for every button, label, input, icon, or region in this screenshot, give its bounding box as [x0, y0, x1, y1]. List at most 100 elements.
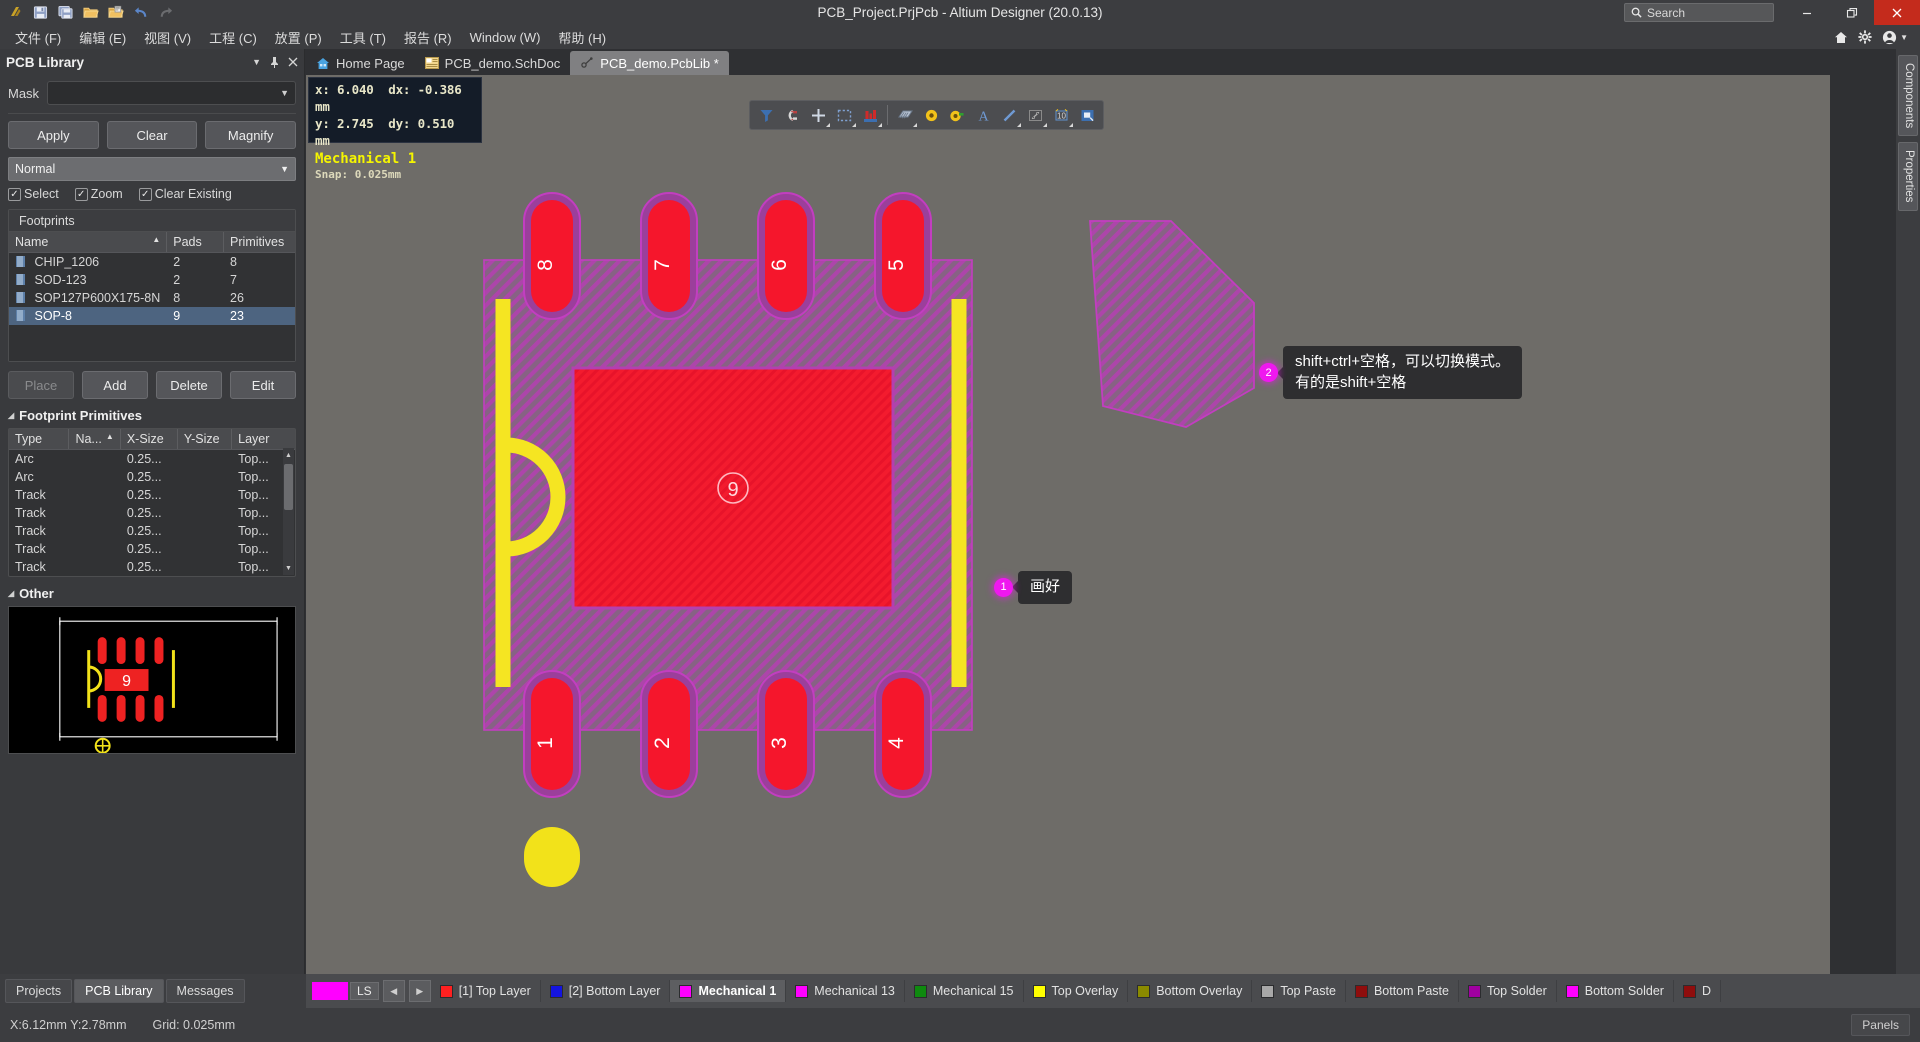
table-row[interactable]: Track 0.25... Top...	[9, 504, 295, 522]
clear-existing-checkbox[interactable]: ✓ Clear Existing	[138, 187, 232, 201]
table-row[interactable]: SOP-8 9 23	[9, 307, 295, 325]
table-row[interactable]: SOD-123 2 7	[9, 271, 295, 289]
col-pads[interactable]: Pads	[166, 232, 225, 253]
bottom-tab-projects[interactable]: Projects	[5, 979, 73, 1003]
menu-item-place[interactable]: 放置 (P)	[266, 25, 331, 50]
layer-set-color-swatch[interactable]	[312, 982, 348, 1000]
redo-icon[interactable]	[154, 2, 177, 23]
user-account-icon[interactable]: ▼	[1882, 30, 1908, 45]
magnify-button[interactable]: Magnify	[205, 121, 297, 149]
text-string-icon[interactable]: A	[971, 103, 995, 127]
layer-set-label[interactable]: LS	[350, 982, 379, 1000]
table-row[interactable]: SOP127P600X175-8N 8 26	[9, 289, 295, 307]
layer-tab-mechanical-1[interactable]: Mechanical 1	[670, 980, 787, 1002]
col-primitives[interactable]: Primitives	[223, 232, 295, 253]
save-all-icon[interactable]	[54, 2, 77, 23]
add-button[interactable]: Add	[82, 371, 148, 399]
home-icon[interactable]	[1834, 31, 1848, 44]
line-icon[interactable]	[997, 103, 1021, 127]
col-xsize[interactable]: X-Size	[120, 429, 178, 450]
layer-prev-button[interactable]: ◀	[382, 980, 405, 1002]
delete-button[interactable]: Delete	[156, 371, 222, 399]
col-name[interactable]: Na... ▲	[68, 429, 121, 450]
tab-home-page[interactable]: Home Page	[306, 51, 415, 75]
rail-tab-properties[interactable]: Properties	[1898, 142, 1918, 211]
table-row[interactable]: Track 0.25... Top...	[9, 558, 295, 576]
menu-item-project[interactable]: 工程 (C)	[200, 25, 266, 50]
minimize-button[interactable]	[1784, 0, 1829, 25]
mode-select[interactable]: Normal ▼	[8, 157, 296, 181]
scroll-down-icon[interactable]: ▼	[283, 561, 294, 575]
footprint-preview[interactable]: 9	[8, 606, 296, 754]
close-icon[interactable]	[288, 57, 298, 67]
search-input[interactable]: Search	[1624, 3, 1774, 22]
col-ysize[interactable]: Y-Size	[177, 429, 233, 450]
layer-tab-mechanical-13[interactable]: Mechanical 13	[786, 980, 905, 1002]
panels-button[interactable]: Panels	[1851, 1014, 1910, 1036]
open-project-icon[interactable]	[104, 2, 127, 23]
edit-button[interactable]: Edit	[230, 371, 296, 399]
open-icon[interactable]	[79, 2, 102, 23]
layer-tab-top-overlay[interactable]: Top Overlay	[1024, 980, 1129, 1002]
other-section-header[interactable]: ◢ Other	[8, 586, 296, 601]
bottom-tab-messages[interactable]: Messages	[165, 979, 245, 1003]
tab-schdoc[interactable]: PCB_demo.SchDoc	[415, 51, 571, 75]
layer-tab-top-solder[interactable]: Top Solder	[1459, 980, 1557, 1002]
layer-tab-bottom-paste[interactable]: Bottom Paste	[1346, 980, 1459, 1002]
via-icon[interactable]	[945, 103, 969, 127]
board-cutout-icon[interactable]	[858, 103, 882, 127]
gear-icon[interactable]	[1858, 30, 1872, 44]
chevron-down-icon[interactable]: ▼	[252, 57, 261, 67]
polygon-pour-icon[interactable]	[893, 103, 917, 127]
table-row[interactable]: Arc 0.25... Top...	[9, 450, 295, 469]
table-row[interactable]: Track 0.25... Top...	[9, 522, 295, 540]
table-row[interactable]: Track 0.25... Top...	[9, 486, 295, 504]
restore-button[interactable]	[1829, 0, 1874, 25]
pcb-canvas[interactable]: 8 7 6 5 1 2 3 4 9 x: 6.040 dx: -0.386 mm…	[306, 75, 1830, 974]
filter-icon[interactable]	[754, 103, 778, 127]
magnet-icon[interactable]	[780, 103, 804, 127]
close-button[interactable]	[1874, 0, 1920, 25]
col-layer[interactable]: Layer	[231, 429, 295, 450]
layer-tab-bottom-solder[interactable]: Bottom Solder	[1557, 980, 1674, 1002]
place-button[interactable]: Place	[8, 371, 74, 399]
col-name[interactable]: Name ▲	[9, 232, 168, 253]
clear-button[interactable]: Clear	[106, 121, 198, 149]
layer-tab-bottom-overlay[interactable]: Bottom Overlay	[1128, 980, 1253, 1002]
save-icon[interactable]	[29, 2, 52, 23]
dimension-icon[interactable]	[1023, 103, 1047, 127]
table-row[interactable]: Track 0.25... Top...	[9, 540, 295, 558]
menu-item-view[interactable]: 视图 (V)	[135, 25, 200, 50]
menu-item-window[interactable]: Window (W)	[461, 27, 550, 48]
select-checkbox[interactable]: ✓ Select	[8, 187, 59, 201]
menu-item-file[interactable]: 文件 (F)	[6, 25, 70, 50]
altium-logo-icon[interactable]	[4, 2, 27, 23]
selection-rect-icon[interactable]	[832, 103, 856, 127]
layer-tab-top-paste[interactable]: Top Paste	[1252, 980, 1346, 1002]
zoom-checkbox[interactable]: ✓ Zoom	[74, 187, 123, 201]
pad-icon[interactable]	[919, 103, 943, 127]
layer-tab-bottom-layer[interactable]: [2] Bottom Layer	[541, 980, 671, 1002]
rail-tab-components[interactable]: Components	[1898, 55, 1918, 137]
footprint-primitives-section-header[interactable]: ◢ Footprint Primitives	[8, 408, 296, 423]
col-type[interactable]: Type	[9, 429, 70, 450]
layer-next-button[interactable]: ▶	[408, 980, 431, 1002]
tab-pcblib[interactable]: PCB_demo.PcbLib *	[570, 51, 729, 75]
undo-icon[interactable]	[129, 2, 152, 23]
table-row[interactable]: CHIP_1206 2 8	[9, 253, 295, 272]
menu-item-tools[interactable]: 工具 (T)	[331, 25, 395, 50]
layer-tab-mechanical-15[interactable]: Mechanical 15	[905, 980, 1024, 1002]
menu-item-edit[interactable]: 编辑 (E)	[70, 25, 135, 50]
coordinate-icon[interactable]: 10	[1049, 103, 1073, 127]
bottom-tab-pcb-library[interactable]: PCB Library	[74, 979, 164, 1003]
scrollbar-thumb[interactable]	[284, 464, 293, 510]
apply-button[interactable]: Apply	[8, 121, 99, 149]
table-row[interactable]: Arc 0.25... Top...	[9, 468, 295, 486]
layer-tab-top-layer[interactable]: [1] Top Layer	[431, 980, 541, 1002]
embedded-board-icon[interactable]	[1075, 103, 1099, 127]
crosshair-place-icon[interactable]	[806, 103, 830, 127]
pin-icon[interactable]	[270, 56, 279, 68]
layer-tab-drill[interactable]: D	[1674, 980, 1721, 1002]
primitives-scrollbar[interactable]: ▲ ▼	[283, 448, 294, 575]
mask-input[interactable]: ▼	[47, 81, 296, 105]
